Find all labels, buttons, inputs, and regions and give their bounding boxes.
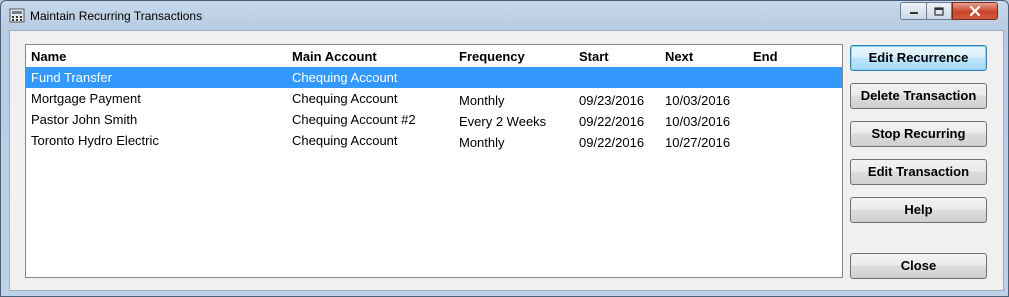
minimize-button[interactable]	[900, 2, 927, 20]
row-name: Toronto Hydro Electric	[31, 133, 159, 148]
recurring-transactions-list[interactable]: Name Main Account Frequency Start Next E…	[25, 44, 843, 278]
table-row[interactable]: Fund Transfer Chequing Account	[26, 67, 842, 88]
row-account: Chequing Account	[292, 70, 398, 85]
edit-transaction-button[interactable]: Edit Transaction	[850, 159, 987, 185]
close-window-button[interactable]	[952, 2, 998, 20]
window-title: Maintain Recurring Transactions	[30, 9, 203, 23]
column-header-frequency[interactable]: Frequency	[459, 49, 525, 64]
row-name: Mortgage Payment	[31, 91, 141, 106]
row-name: Pastor John Smith	[31, 112, 138, 127]
row-name: Fund Transfer	[31, 70, 112, 85]
table-row[interactable]: Toronto Hydro Electric Chequing Account …	[26, 130, 842, 151]
column-header-name[interactable]: Name	[31, 49, 66, 64]
maximize-icon	[934, 6, 944, 16]
list-header: Name Main Account Frequency Start Next E…	[26, 46, 842, 66]
row-next: 10/03/2016	[665, 114, 731, 129]
calculator-icon	[9, 8, 25, 23]
row-account: Chequing Account #2	[292, 112, 416, 127]
table-row[interactable]: Mortgage Payment Chequing Account Monthl…	[26, 88, 842, 109]
row-start: 09/22/2016	[579, 114, 645, 129]
row-account: Chequing Account	[292, 133, 398, 148]
close-icon	[969, 6, 981, 16]
column-header-end[interactable]: End	[753, 49, 778, 64]
delete-transaction-button[interactable]: Delete Transaction	[850, 83, 987, 109]
maximize-button[interactable]	[926, 2, 952, 20]
table-row[interactable]: Pastor John Smith Chequing Account #2 Ev…	[26, 109, 842, 130]
minimize-icon	[909, 12, 918, 14]
help-button[interactable]: Help	[850, 197, 987, 223]
close-button[interactable]: Close	[850, 253, 987, 279]
row-next: 10/03/2016	[665, 93, 731, 108]
column-header-start[interactable]: Start	[579, 49, 609, 64]
stop-recurring-button[interactable]: Stop Recurring	[850, 121, 987, 147]
column-header-next[interactable]: Next	[665, 49, 693, 64]
row-frequency: Monthly	[459, 135, 505, 150]
row-start: 09/22/2016	[579, 135, 645, 150]
title-bar[interactable]: Maintain Recurring Transactions	[1, 1, 1008, 31]
maintain-recurring-window: Maintain Recurring Transactions Name Mai…	[0, 0, 1009, 297]
row-start: 09/23/2016	[579, 93, 645, 108]
row-frequency: Every 2 Weeks	[459, 114, 547, 129]
column-header-main-account[interactable]: Main Account	[292, 49, 377, 64]
row-frequency: Monthly	[459, 93, 505, 108]
row-account: Chequing Account	[292, 91, 398, 106]
edit-recurrence-button[interactable]: Edit Recurrence	[850, 45, 987, 71]
row-next: 10/27/2016	[665, 135, 731, 150]
